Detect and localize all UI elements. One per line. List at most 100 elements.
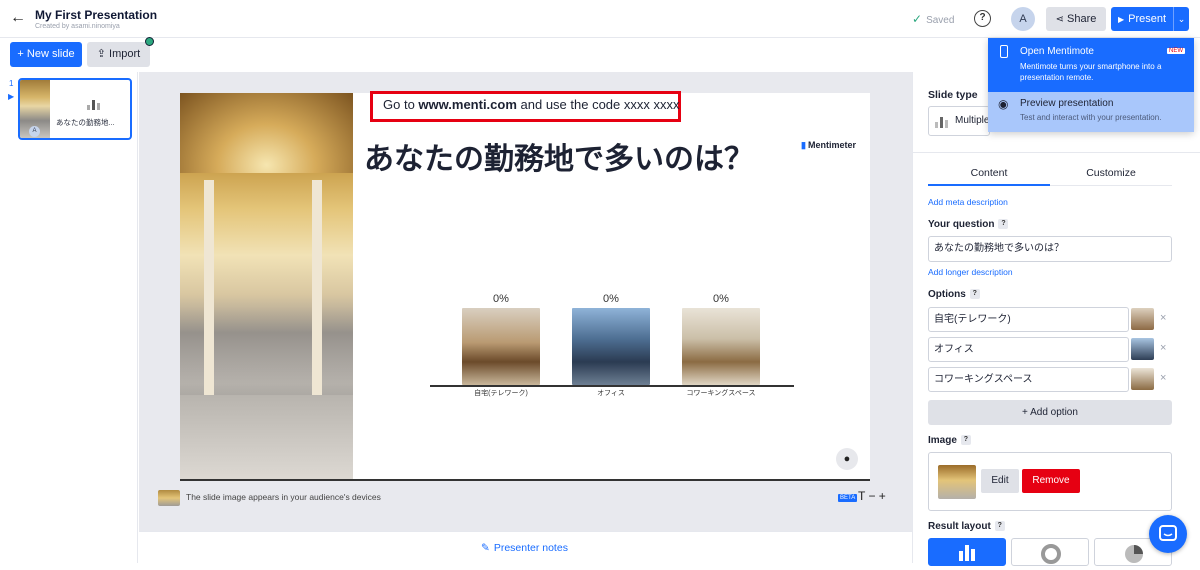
edit-image-button[interactable]: Edit	[981, 469, 1019, 493]
question-input[interactable]: あなたの勤務地で多いのは？	[928, 236, 1172, 262]
checkmark-icon: ✓	[912, 12, 923, 26]
slide-thumbnail[interactable]: あなたの勤務地... A	[18, 78, 132, 140]
created-by-text: Created by asami.ninomiya	[35, 23, 120, 30]
image-dome	[180, 93, 353, 173]
audience-note: The slide image appears in your audience…	[186, 492, 381, 502]
remove-image-button[interactable]: Remove	[1022, 469, 1080, 493]
help-icon[interactable]: ?	[974, 10, 991, 27]
audience-image-icon	[158, 490, 180, 506]
font-size-controls[interactable]: T − +	[858, 489, 886, 503]
add-meta-description-link[interactable]: Add meta description	[928, 197, 1008, 207]
option-image-coworking	[682, 308, 760, 385]
slide-bottom-border	[180, 479, 870, 481]
share-button[interactable]: ⋖ Share	[1046, 7, 1106, 31]
option-label: 自宅(テレワーク)	[474, 390, 528, 397]
option-percent: 0%	[713, 293, 729, 305]
option-thumbnail[interactable]	[1131, 338, 1154, 360]
question-label-text: Your question	[928, 219, 995, 230]
presentation-title[interactable]: My First Presentation	[35, 8, 157, 22]
image-help-icon[interactable]: ?	[960, 435, 971, 446]
mentimeter-logo-icon: ▮	[801, 140, 806, 150]
new-slide-button[interactable]: + New slide	[10, 42, 82, 67]
result-layout-help-icon[interactable]: ?	[994, 521, 1005, 532]
donut-chart-icon	[1041, 544, 1061, 564]
image-floor	[180, 395, 353, 480]
options-help-icon[interactable]: ?	[969, 289, 980, 300]
image-label-text: Image	[928, 435, 957, 446]
user-avatar[interactable]: A	[1011, 7, 1035, 31]
option-input[interactable]: 自宅(テレワーク)	[928, 307, 1129, 332]
image-column	[204, 180, 214, 395]
add-option-button[interactable]: + Add option	[928, 400, 1172, 425]
image-column	[312, 180, 322, 395]
bar-chart-icon	[87, 100, 100, 110]
thumbnail-title: あなたの勤務地...	[56, 118, 115, 127]
option-input[interactable]: オフィス	[928, 337, 1129, 362]
presenter-notes-label: Presenter notes	[493, 542, 568, 554]
option-percent: 0%	[603, 293, 619, 305]
play-icon: ▶	[1117, 15, 1125, 24]
bar-chart-icon	[959, 545, 975, 561]
slide-number: 1	[9, 79, 14, 88]
close-icon[interactable]: ×	[1160, 312, 1166, 324]
mentimeter-brand: Mentimeter	[807, 140, 856, 150]
slide-list-panel	[0, 72, 138, 563]
close-icon[interactable]: ×	[1160, 372, 1166, 384]
pencil-icon: ✎	[481, 542, 490, 554]
present-button[interactable]: ▶ Present	[1111, 7, 1173, 31]
share-label: Share	[1067, 13, 1097, 25]
question-label: Your question?	[928, 219, 1009, 230]
options-label-text: Options	[928, 289, 966, 300]
back-arrow-icon[interactable]: ←	[10, 10, 26, 26]
menu-item-title: Open Mentimote	[1020, 46, 1094, 57]
new-badge: NEW	[1167, 48, 1185, 54]
option-input[interactable]: コワーキングスペース	[928, 367, 1129, 392]
result-layout-label: Result layout?	[928, 521, 1005, 532]
upload-icon: ⇪	[96, 48, 107, 60]
eye-icon: ◉	[998, 97, 1009, 111]
share-icon: ⋖	[1055, 14, 1065, 25]
option-thumbnail[interactable]	[1131, 368, 1154, 390]
menu-item-description: Mentimote turns your smartphone into a p…	[1020, 62, 1162, 82]
tab-content[interactable]: Content	[928, 160, 1050, 186]
add-longer-description-link[interactable]: Add longer description	[928, 267, 1013, 277]
question-help-icon[interactable]: ?	[998, 219, 1009, 230]
option-image-office	[572, 308, 650, 385]
tab-customize[interactable]: Customize	[1050, 160, 1172, 186]
slide-type-label: Slide type	[928, 89, 978, 101]
mentimeter-logo: ▮ Mentimeter	[801, 140, 856, 151]
code-prefix: Go to	[383, 97, 419, 112]
import-label: Import	[109, 48, 141, 60]
beta-badge: BETA	[838, 494, 858, 502]
bar-chart-icon	[935, 117, 948, 128]
smartphone-icon	[1000, 45, 1008, 58]
import-button[interactable]: ⇪ Import	[87, 42, 150, 67]
chat-support-button[interactable]	[1149, 515, 1187, 553]
code-url: www.menti.com	[418, 97, 517, 112]
presenter-notes-button[interactable]: ✎ Presenter notes	[481, 542, 568, 554]
layout-donut-button[interactable]	[1011, 538, 1089, 566]
saved-label: Saved	[926, 15, 955, 26]
option-image-home	[462, 308, 540, 385]
options-label: Options?	[928, 289, 980, 300]
chat-icon	[1159, 525, 1177, 541]
layout-bars-button[interactable]	[928, 538, 1006, 566]
option-label: オフィス	[597, 390, 625, 397]
result-layout-label-text: Result layout	[928, 521, 991, 532]
menu-item-description: Test and interact with your presentation…	[1020, 113, 1162, 122]
present-dropdown-chevron-icon[interactable]: ⌄	[1173, 7, 1189, 31]
close-icon[interactable]: ×	[1160, 342, 1166, 354]
code-suffix: and use the code xxxx xxxx	[516, 97, 680, 112]
menu-item-title: Preview presentation	[1020, 98, 1114, 109]
import-badge-dot	[145, 37, 154, 46]
panel-divider	[912, 152, 1200, 153]
slide-type-value: Multiple	[955, 115, 990, 126]
option-label: コワーキングスペース	[686, 390, 756, 397]
present-label: Present	[1128, 13, 1167, 25]
person-icon[interactable]: ●	[836, 448, 858, 470]
option-percent: 0%	[493, 293, 509, 305]
option-thumbnail[interactable]	[1131, 308, 1154, 330]
image-label: Image?	[928, 435, 971, 446]
image-thumbnail	[938, 465, 976, 499]
chart-baseline	[430, 385, 794, 387]
